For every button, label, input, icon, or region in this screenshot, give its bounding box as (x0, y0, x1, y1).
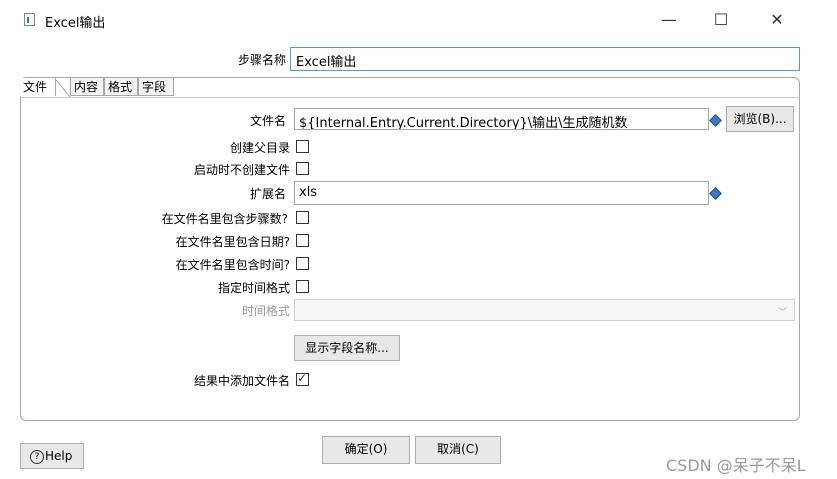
window-title: Excel输出 (45, 16, 106, 31)
browse-button[interactable]: 浏览(B)... (726, 106, 794, 132)
time-format-label: 时间格式 (241, 304, 290, 318)
filename-input[interactable]: ${Internal.Entry.Current.Directory}\输出\生… (294, 108, 709, 130)
add-to-result-checkbox[interactable] (296, 371, 309, 386)
cancel-button[interactable]: 取消(C) (415, 436, 501, 464)
tab-slant (56, 80, 71, 98)
tab-divider (20, 97, 799, 98)
time-format-select[interactable] (294, 299, 795, 321)
include-time-checkbox[interactable] (296, 257, 309, 270)
include-time-label: 在文件名里包含时间? (175, 258, 290, 272)
create-parent-dir-label: 创建父目录 (229, 141, 290, 155)
watermark: CSDN @呆子不呆L (666, 456, 806, 475)
include-stepnr-label: 在文件名里包含步骤数? (161, 212, 288, 226)
minimize-button[interactable]: — (655, 8, 683, 32)
include-date-checkbox[interactable] (296, 234, 309, 247)
extension-label: 扩展名 (249, 187, 286, 201)
tab-content[interactable]: 内容 (70, 78, 104, 96)
excel-output-app-icon (24, 13, 35, 26)
specify-format-checkbox[interactable] (296, 280, 309, 293)
extension-input[interactable]: xls (294, 181, 709, 205)
add-to-result-label: 结果中添加文件名 (193, 374, 290, 388)
no-create-at-start-label: 启动时不创建文件 (193, 163, 290, 177)
close-button[interactable]: ✕ (763, 8, 791, 32)
include-stepnr-checkbox[interactable] (296, 211, 309, 224)
create-parent-dir-checkbox[interactable] (296, 140, 309, 153)
tab-file[interactable]: 文件 (20, 78, 56, 96)
specify-format-label: 指定时间格式 (217, 281, 290, 295)
tab-fields[interactable]: 字段 (138, 78, 174, 96)
step-name-label: 步骤名称 (237, 53, 286, 67)
help-label: Help (45, 449, 73, 463)
show-field-names-button[interactable]: 显示字段名称... (294, 335, 400, 361)
no-create-at-start-checkbox[interactable] (296, 162, 309, 175)
maximize-button[interactable]: ☐ (707, 8, 735, 32)
tab-format[interactable]: 格式 (104, 78, 138, 96)
help-icon: ? (30, 450, 44, 464)
chevron-down-icon: ﹀ (778, 308, 788, 318)
include-date-label: 在文件名里包含日期? (175, 235, 290, 249)
ok-button[interactable]: 确定(O) (322, 436, 410, 464)
filename-label: 文件名 (249, 114, 286, 128)
step-name-input[interactable]: Excel输出 (290, 47, 800, 71)
